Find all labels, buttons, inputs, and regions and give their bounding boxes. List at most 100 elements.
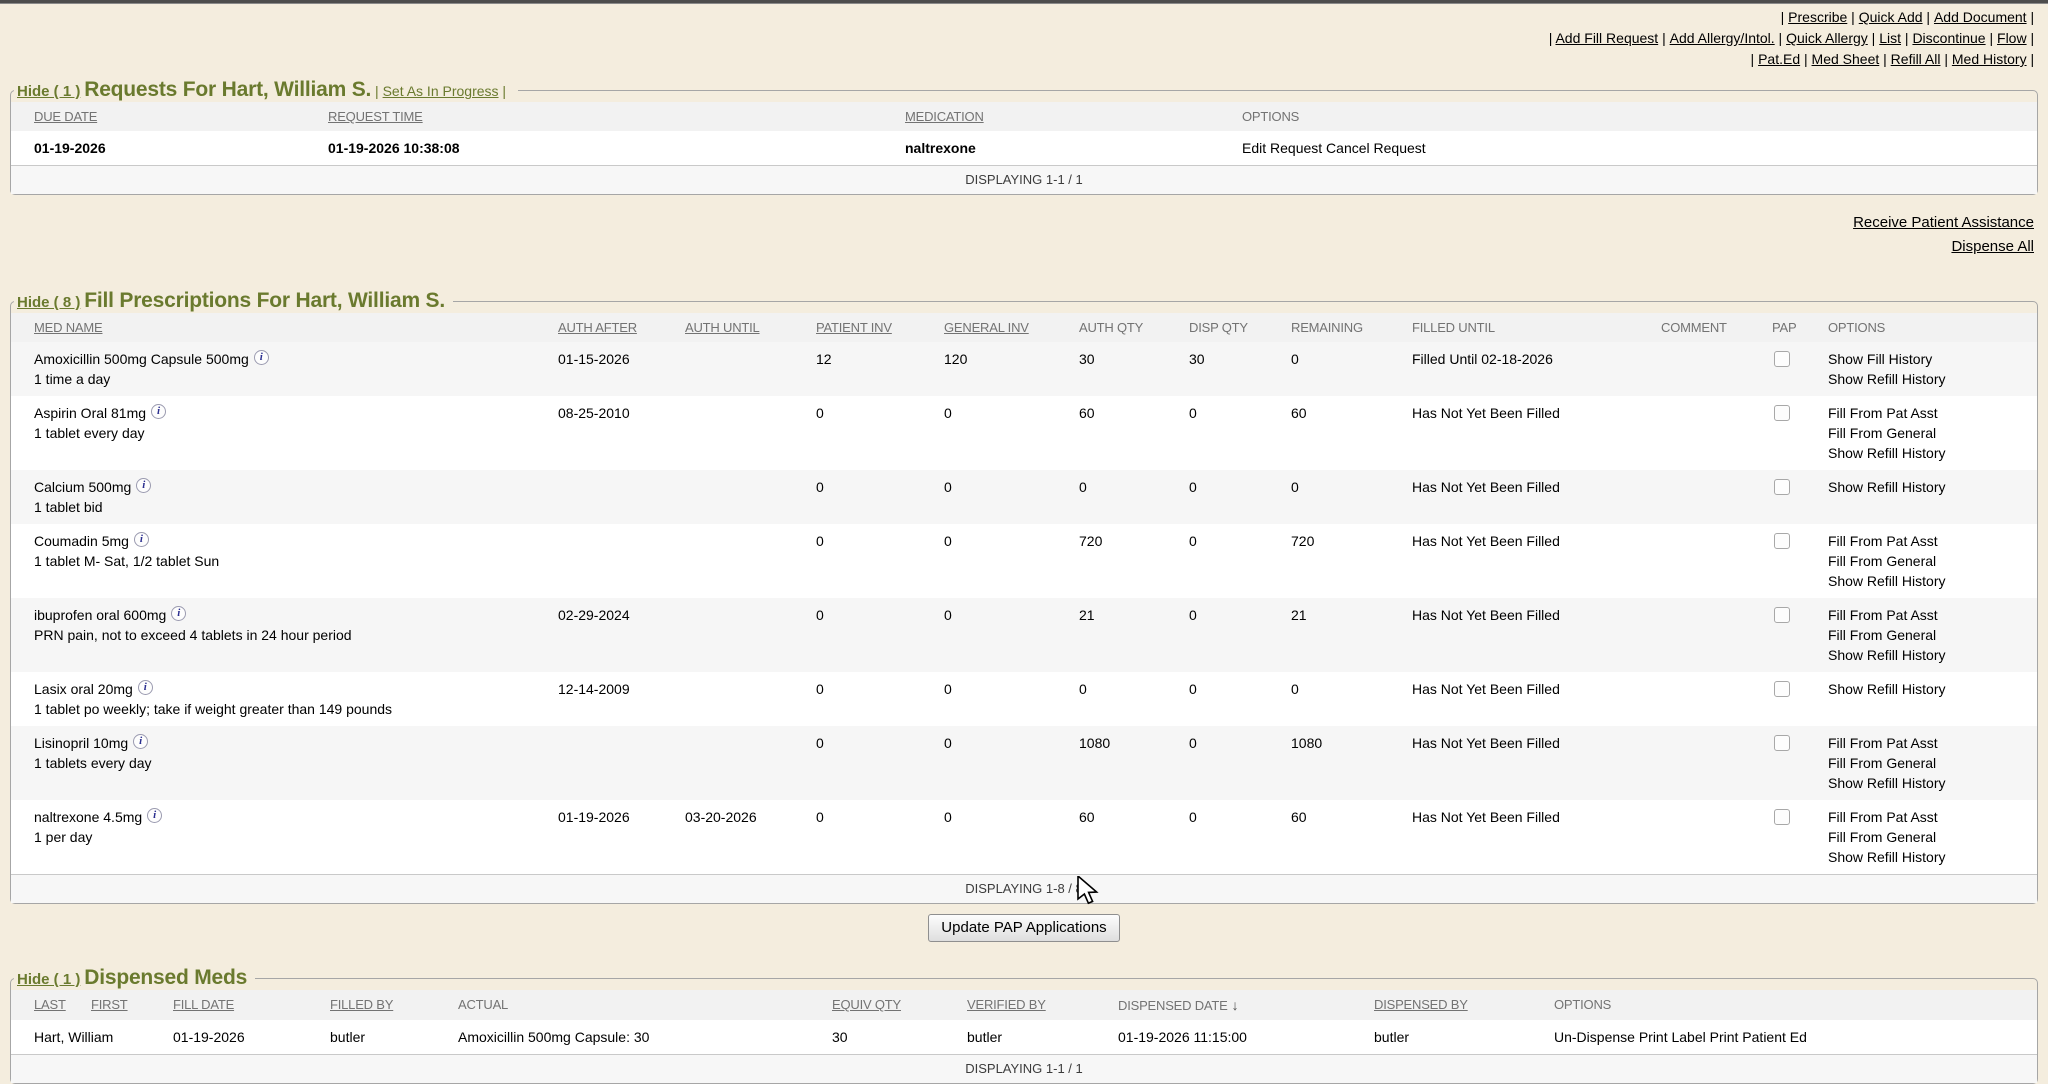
remaining-value: 0 [1289,672,1410,726]
pap-checkbox[interactable] [1774,681,1790,697]
column-header-auth-after[interactable]: AUTH AFTER [556,313,683,342]
fill-row-options-links[interactable]: Fill From Pat Asst Fill From General Sho… [1826,598,2037,672]
info-icon[interactable]: i [254,350,269,365]
fill-prescription-row: Calcium 500mgi 1 tablet bid 0 0 0 0 0 Ha… [11,470,2037,524]
pap-checkbox[interactable] [1774,607,1790,623]
disp-qty-value: 0 [1187,470,1289,524]
info-icon[interactable]: i [151,404,166,419]
remaining-value: 0 [1289,470,1410,524]
auth-until-value [683,342,814,396]
auth-qty-value: 30 [1077,342,1187,396]
column-header-equiv-qty[interactable]: EQUIV QTY [830,990,965,1020]
fill-row-options-links[interactable]: Fill From Pat Asst Fill From General Sho… [1826,524,2037,598]
menu-discontinue-link[interactable]: Discontinue [1912,30,1997,46]
column-header-filled-by[interactable]: FILLED BY [328,990,456,1020]
fill-row-options-links[interactable]: Show Refill History [1826,470,2037,524]
column-header-auth-until[interactable]: AUTH UNTIL [683,313,814,342]
general-inv-value: 120 [942,342,1077,396]
auth-qty-value: 21 [1077,598,1187,672]
global-actions: Receive Patient Assistance Dispense All [0,211,2034,259]
auth-until-value [683,672,814,726]
column-header-first[interactable]: FIRST [89,990,171,1020]
column-header-verified-by[interactable]: VERIFIED BY [965,990,1116,1020]
comment-value [1659,672,1770,726]
menu-pat-ed-link[interactable]: Pat.Ed [1758,51,1811,67]
column-header-general-inv[interactable]: GENERAL INV [942,313,1077,342]
requests-section-title: Requests For Hart, William S. [84,78,371,101]
dispensed-options-links[interactable]: Un-Dispense Print Label Print Patient Ed [1552,1020,2037,1054]
pap-checkbox[interactable] [1774,479,1790,495]
info-icon[interactable]: i [147,808,162,823]
info-icon[interactable]: i [134,532,149,547]
med-sig: 1 tablet M- Sat, 1/2 tablet Sun [34,551,548,571]
fill-section-title: Fill Prescriptions For Hart, William S. [84,289,445,312]
remaining-value: 60 [1289,396,1410,470]
info-icon[interactable]: i [133,734,148,749]
auth-until-value [683,524,814,598]
info-icon[interactable]: i [136,478,151,493]
auth-after-value [556,524,683,598]
pap-checkbox[interactable] [1774,405,1790,421]
med-sig: 1 tablet po weekly; take if weight great… [34,699,548,719]
menu-flow-link[interactable]: Flow [1997,30,2038,46]
pap-checkbox[interactable] [1774,735,1790,751]
patient-inv-value: 0 [814,524,942,598]
pap-checkbox[interactable] [1774,809,1790,825]
column-header-fill-date[interactable]: FILL DATE [171,990,328,1020]
requests-header-row: DUE DATE REQUEST TIME MEDICATION OPTIONS [11,102,2037,131]
menu-refill-all-link[interactable]: Refill All [1891,51,1952,67]
pap-checkbox[interactable] [1774,351,1790,367]
menu-list-link[interactable]: List [1879,30,1912,46]
fill-row-options-links[interactable]: Show Refill History [1826,672,2037,726]
fill-header-row: MED NAME AUTH AFTER AUTH UNTIL PATIENT I… [11,313,2037,342]
general-inv-value: 0 [942,800,1077,874]
comment-value [1659,470,1770,524]
info-icon[interactable]: i [171,606,186,621]
med-name: Lisinopril 10mg [34,735,128,751]
general-inv-value: 0 [942,598,1077,672]
patient-inv-value: 0 [814,672,942,726]
pap-checkbox[interactable] [1774,533,1790,549]
requests-hide-link[interactable]: Hide ( 1 ) [17,83,80,100]
auth-after-value: 02-29-2024 [556,598,683,672]
menu-prescribe-link[interactable]: Prescribe [1788,9,1859,25]
med-name: Amoxicillin 500mg Capsule 500mg [34,351,249,367]
column-header-pap: PAP [1770,313,1826,342]
column-header-last[interactable]: LAST [11,990,89,1020]
fill-row-options-links[interactable]: Fill From Pat Asst Fill From General Sho… [1826,800,2037,874]
fill-row-options-links[interactable]: Fill From Pat Asst Fill From General Sho… [1826,396,2037,470]
dispensed-filled-by: butler [328,1020,456,1054]
med-name: Calcium 500mg [34,479,131,495]
column-header-patient-inv[interactable]: PATIENT INV [814,313,942,342]
menu-med-history-link[interactable]: Med History [1952,51,2038,67]
menu-med-sheet-link[interactable]: Med Sheet [1812,51,1891,67]
remaining-value: 60 [1289,800,1410,874]
med-sig: PRN pain, not to exceed 4 tablets in 24 … [34,625,548,645]
column-header-dispensed-by[interactable]: DISPENSED BY [1372,990,1552,1020]
column-header-dispensed-date[interactable]: DISPENSED DATE↓ [1116,990,1372,1020]
patient-inv-value: 0 [814,800,942,874]
receive-patient-assistance-link[interactable]: Receive Patient Assistance [0,211,2034,235]
fill-row-options-links[interactable]: Show Fill History Show Refill History [1826,342,2037,396]
set-as-in-progress-link[interactable]: Set As In Progress [383,83,510,99]
dispense-all-link[interactable]: Dispense All [0,235,2034,259]
info-icon[interactable]: i [138,680,153,695]
menu-quick-add-link[interactable]: Quick Add [1859,9,1934,25]
column-header-med-name[interactable]: MED NAME [11,313,556,342]
request-options-links[interactable]: Edit Request Cancel Request [1240,131,2037,165]
column-header-medication[interactable]: MEDICATION [903,102,1240,131]
menu-add-document-link[interactable]: Add Document [1934,9,2038,25]
request-medication: naltrexone [903,131,1240,165]
fill-hide-link[interactable]: Hide ( 8 ) [17,294,80,311]
column-header-due-date[interactable]: DUE DATE [11,102,326,131]
menu-quick-allergy-link[interactable]: Quick Allergy [1786,30,1879,46]
comment-value [1659,598,1770,672]
menu-add-allergy-link[interactable]: Add Allergy/Intol. [1670,30,1786,46]
column-header-request-time[interactable]: REQUEST TIME [326,102,903,131]
auth-after-value: 01-15-2026 [556,342,683,396]
update-pap-applications-button[interactable]: Update PAP Applications [928,914,1119,942]
column-header-options: OPTIONS [1826,313,2037,342]
menu-add-fill-request-link[interactable]: Add Fill Request [1555,30,1669,46]
dispensed-hide-link[interactable]: Hide ( 1 ) [17,971,80,988]
fill-row-options-links[interactable]: Fill From Pat Asst Fill From General Sho… [1826,726,2037,800]
